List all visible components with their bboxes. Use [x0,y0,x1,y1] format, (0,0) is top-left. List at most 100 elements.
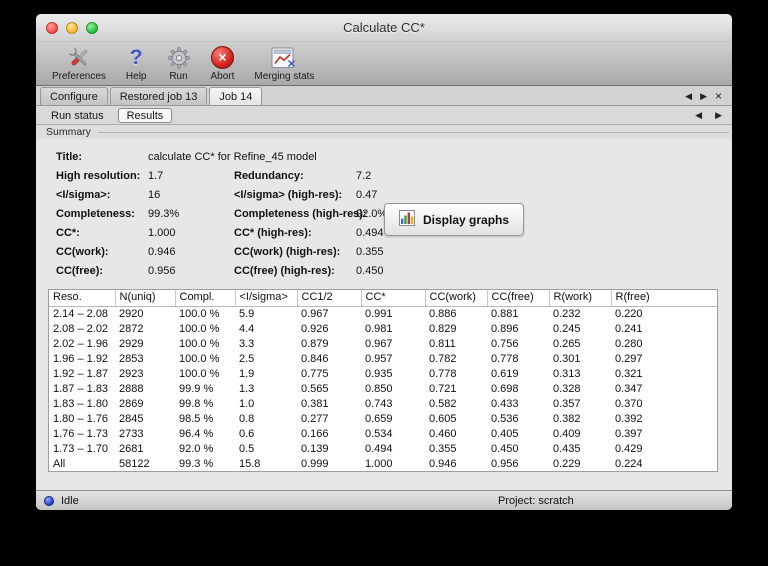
table-cell: 0.232 [553,307,581,320]
help-button[interactable]: ? Help [122,43,151,83]
table-cell: 0.886 [429,307,457,320]
table-cell: 0.879 [301,337,329,350]
table-cell: 0.265 [553,337,581,350]
table-cell: 0.397 [615,427,643,440]
table-row[interactable]: 1.80 – 1.76 2845 98.5 % 0.8 0.277 0.659 0.605 0… [49,411,717,426]
abort-button[interactable]: × Abort [207,43,239,83]
subtab-results[interactable]: Results [117,107,173,123]
column-header[interactable]: CC(work) [425,290,488,307]
table-cell: 0.355 [429,442,457,455]
table-cell: 100.0 % [179,307,220,320]
table-row[interactable]: 1.92 – 1.87 2923 100.0 % 1.9 0.775 0.935 0.778… [49,366,717,381]
column-header[interactable]: Compl. [175,290,236,307]
table-row[interactable]: 2.08 – 2.02 2872 100.0 % 4.4 0.926 0.981 0.829… [49,321,717,336]
table-cell: 0.313 [553,367,581,380]
table-cell: 1.9 [239,367,255,380]
table-row[interactable]: 1.76 – 1.73 2733 96.4 % 0.6 0.166 0.534 0.460 0… [49,426,717,441]
status-text: Idle [61,494,79,507]
summary-value: 0.956 [148,264,176,277]
column-header[interactable]: CC1/2 [297,290,362,307]
table-cell: 0.328 [553,382,581,395]
tab-scroll-right-icon[interactable]: ▶ [696,87,711,105]
summary-label: <I/sigma> (high-res): [234,188,343,201]
table-cell: 0.241 [615,322,643,335]
subtab-run-status[interactable]: Run status [42,108,113,123]
column-header[interactable]: R(free) [611,290,717,307]
project-label: Project: scratch [498,494,574,507]
summary-value: 16 [148,188,161,201]
table-cell: 1.76 – 1.73 [53,427,109,440]
table-row[interactable]: 1.83 – 1.80 2869 99.8 % 1.0 0.381 0.743 0.582 0… [49,396,717,411]
status-indicator-icon [44,495,54,506]
table-cell: 0.967 [365,337,393,350]
summary-label: High resolution: [56,169,141,182]
app-window: Calculate CC* Preferences ? Help Run × A… [36,14,732,510]
table-cell: 0.619 [491,367,519,380]
run-button[interactable]: Run [163,43,195,83]
help-question-icon: ? [129,46,143,69]
table-cell: 0.277 [301,412,329,425]
table-cell: 0.139 [301,442,329,455]
merging-stats-button[interactable]: Merging stats [250,43,318,83]
table-cell: 0.565 [301,382,329,395]
subtab-scroll-right-icon[interactable]: ▶ [711,106,726,124]
summary-label: CC(free) (high-res): [234,264,335,277]
table-cell: 0.846 [301,352,329,365]
results-panel: Title: calculate CC* for Refine_45 model… [36,139,732,490]
table-cell: 0.967 [301,307,329,320]
summary-label: Completeness: [56,207,135,220]
table-cell: 0.778 [491,352,519,365]
table-row[interactable]: All 58122 99.3 % 15.8 0.999 1.000 0.946 0.956 0.… [49,456,717,471]
table-cell: 0.245 [553,322,581,335]
table-cell: 2845 [119,412,144,425]
table-row[interactable]: 1.96 – 1.92 2853 100.0 % 2.5 0.846 0.957 0.782… [49,351,717,366]
minimize-window-button[interactable] [66,22,78,34]
tab-restored-job-13[interactable]: Restored job 13 [109,87,208,105]
subtab-scroll-left-icon[interactable]: ◀ [691,106,706,124]
window-chrome: Calculate CC* Preferences ? Help Run × A… [36,14,732,86]
display-graphs-button[interactable]: Display graphs [384,203,525,236]
titlebar[interactable]: Calculate CC* [36,14,732,42]
tab-job-14[interactable]: Job 14 [209,87,263,105]
tab-configure[interactable]: Configure [40,87,108,105]
table-cell: 0.775 [301,367,329,380]
summary-value: 0.355 [356,245,384,258]
toolbar: Preferences ? Help Run × Abort Merging s… [36,42,732,85]
table-cell: 2888 [119,382,144,395]
column-header[interactable]: N(uniq) [115,290,176,307]
column-header[interactable]: CC* [361,290,426,307]
table-cell: 0.409 [553,427,581,440]
table-row[interactable]: 1.87 – 1.83 2888 99.9 % 1.3 0.565 0.850 0.721 0… [49,381,717,396]
table-cell: All [53,457,66,470]
table-cell: 0.999 [301,457,329,470]
tab-close-icon[interactable]: × [711,87,726,105]
table-cell: 0.926 [301,322,329,335]
table-cell: 2920 [119,307,144,320]
column-header[interactable]: R(work) [549,290,612,307]
table-cell: 92.0 % [179,442,214,455]
abort-x-icon: × [210,44,234,71]
table-cell: 2.02 – 1.96 [53,337,109,350]
column-header[interactable]: CC(free) [487,290,550,307]
table-row[interactable]: 2.02 – 1.96 2929 100.0 % 3.3 0.879 0.967 0.811… [49,336,717,351]
table-cell: 0.534 [365,427,393,440]
display-graphs-label: Display graphs [423,212,510,227]
column-header[interactable]: Reso. [49,290,116,307]
table-cell: 0.321 [615,367,643,380]
table-cell: 1.96 – 1.92 [53,352,109,365]
table-row[interactable]: 1.73 – 1.70 2681 92.0 % 0.5 0.139 0.494 0.355 0… [49,441,717,456]
table-cell: 0.605 [429,412,457,425]
table-row[interactable]: 2.14 – 2.08 2920 100.0 % 5.9 0.967 0.991 0.886… [49,306,717,321]
column-header[interactable]: <I/sigma> [235,290,298,307]
table-cell: 100.0 % [179,322,220,335]
summary-label: CC* (high-res): [234,226,312,239]
summary-title-value: calculate CC* for Refine_45 model [148,150,317,163]
table-cell: 99.3 % [179,457,214,470]
table-cell: 0.981 [365,322,393,335]
preferences-button[interactable]: Preferences [48,43,110,83]
zoom-window-button[interactable] [86,22,98,34]
close-window-button[interactable] [46,22,58,34]
table-cell: 0.536 [491,412,519,425]
tab-scroll-left-icon[interactable]: ◀ [681,87,696,105]
results-table: Reso. N(uniq) Compl. <I/sigma> CC1/2 CC* CC(wo… [49,290,717,471]
